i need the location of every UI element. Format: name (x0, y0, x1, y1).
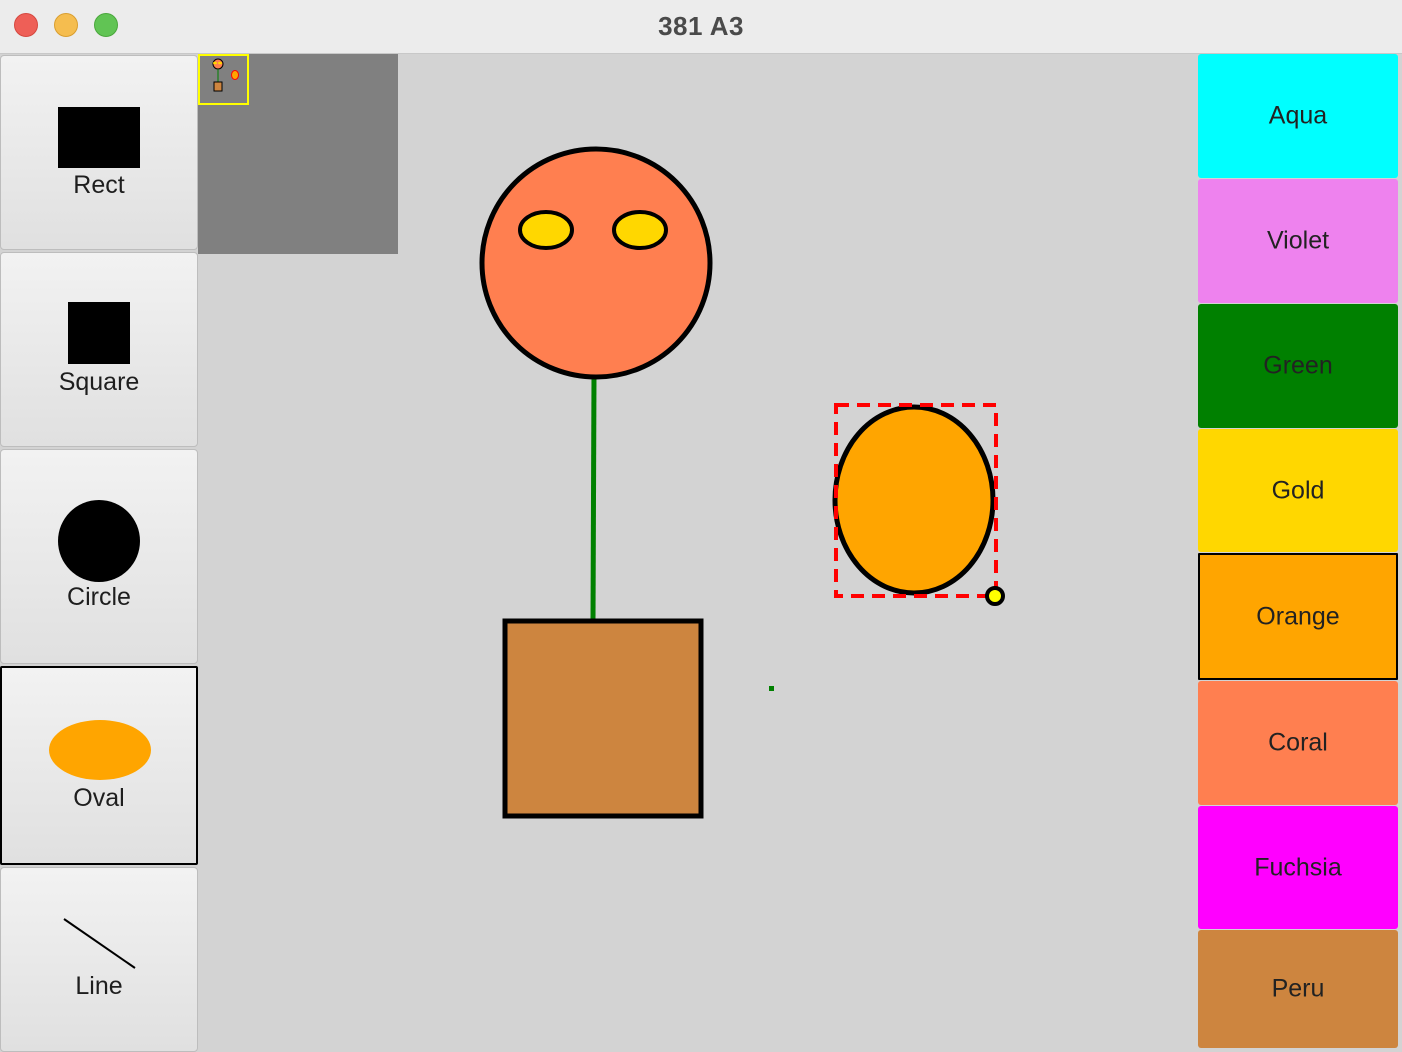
color-label-coral: Coral (1268, 728, 1328, 757)
line-tool-button[interactable]: Line (0, 867, 198, 1052)
canvas-drawing[interactable] (198, 54, 1198, 1048)
color-label-fuchsia: Fuchsia (1254, 853, 1342, 881)
oval-icon (49, 720, 151, 780)
color-label-violet: Violet (1266, 226, 1330, 255)
square-tool-label: Square (58, 368, 140, 396)
color-swatch-green[interactable]: Green (1198, 304, 1398, 428)
green-line-shape[interactable] (590, 375, 597, 621)
color-label-green: Green (1263, 351, 1333, 380)
oval-tool-button[interactable]: Oval (0, 666, 198, 865)
line-tool-label: Line (75, 972, 123, 1000)
gold-oval-shape-left[interactable] (518, 210, 574, 250)
color-label-peru: Peru (1271, 974, 1325, 1003)
color-label-gold: Gold (1271, 476, 1325, 504)
oval-tool-label: Oval (73, 784, 125, 812)
minimap[interactable] (198, 54, 398, 254)
square-tool-button[interactable]: Square (0, 252, 198, 447)
rect-icon (58, 107, 140, 168)
drawing-canvas[interactable] (198, 54, 1198, 1048)
window-title: 381 A3 (658, 11, 744, 41)
color-swatch-gold[interactable]: Gold (1198, 429, 1398, 552)
peru-square-shape[interactable] (502, 618, 704, 819)
resize-handle[interactable] (985, 586, 1005, 606)
color-swatch-orange[interactable]: Orange (1198, 553, 1398, 680)
circle-tool-label: Circle (67, 583, 131, 611)
rect-tool-button[interactable]: Rect (0, 55, 198, 250)
square-icon (68, 302, 130, 364)
green-dot-shape[interactable] (769, 686, 774, 691)
color-swatch-peru[interactable]: Peru (1198, 930, 1398, 1048)
orange-oval-shape[interactable] (832, 404, 996, 596)
gold-oval-shape-right[interactable] (612, 210, 668, 250)
line-icon (63, 918, 136, 969)
color-label-aqua: Aqua (1268, 101, 1328, 130)
color-palette: Aqua Violet Green Gold Orange Coral Fuch… (1198, 54, 1402, 1048)
color-swatch-fuchsia[interactable]: Fuchsia (1198, 806, 1398, 929)
circle-icon (58, 500, 140, 582)
color-swatch-aqua[interactable]: Aqua (1198, 54, 1398, 178)
rect-tool-label: Rect (73, 171, 125, 199)
color-swatch-coral[interactable]: Coral (1198, 681, 1398, 805)
title-bar: 381 A3 (0, 0, 1402, 54)
coral-circle-shape[interactable] (479, 146, 713, 380)
color-label-orange: Orange (1256, 602, 1340, 630)
circle-tool-button[interactable]: Circle (0, 449, 198, 664)
color-swatch-violet[interactable]: Violet (1198, 179, 1398, 303)
shape-toolbar: Rect Square Circle Oval Line (0, 54, 198, 1052)
